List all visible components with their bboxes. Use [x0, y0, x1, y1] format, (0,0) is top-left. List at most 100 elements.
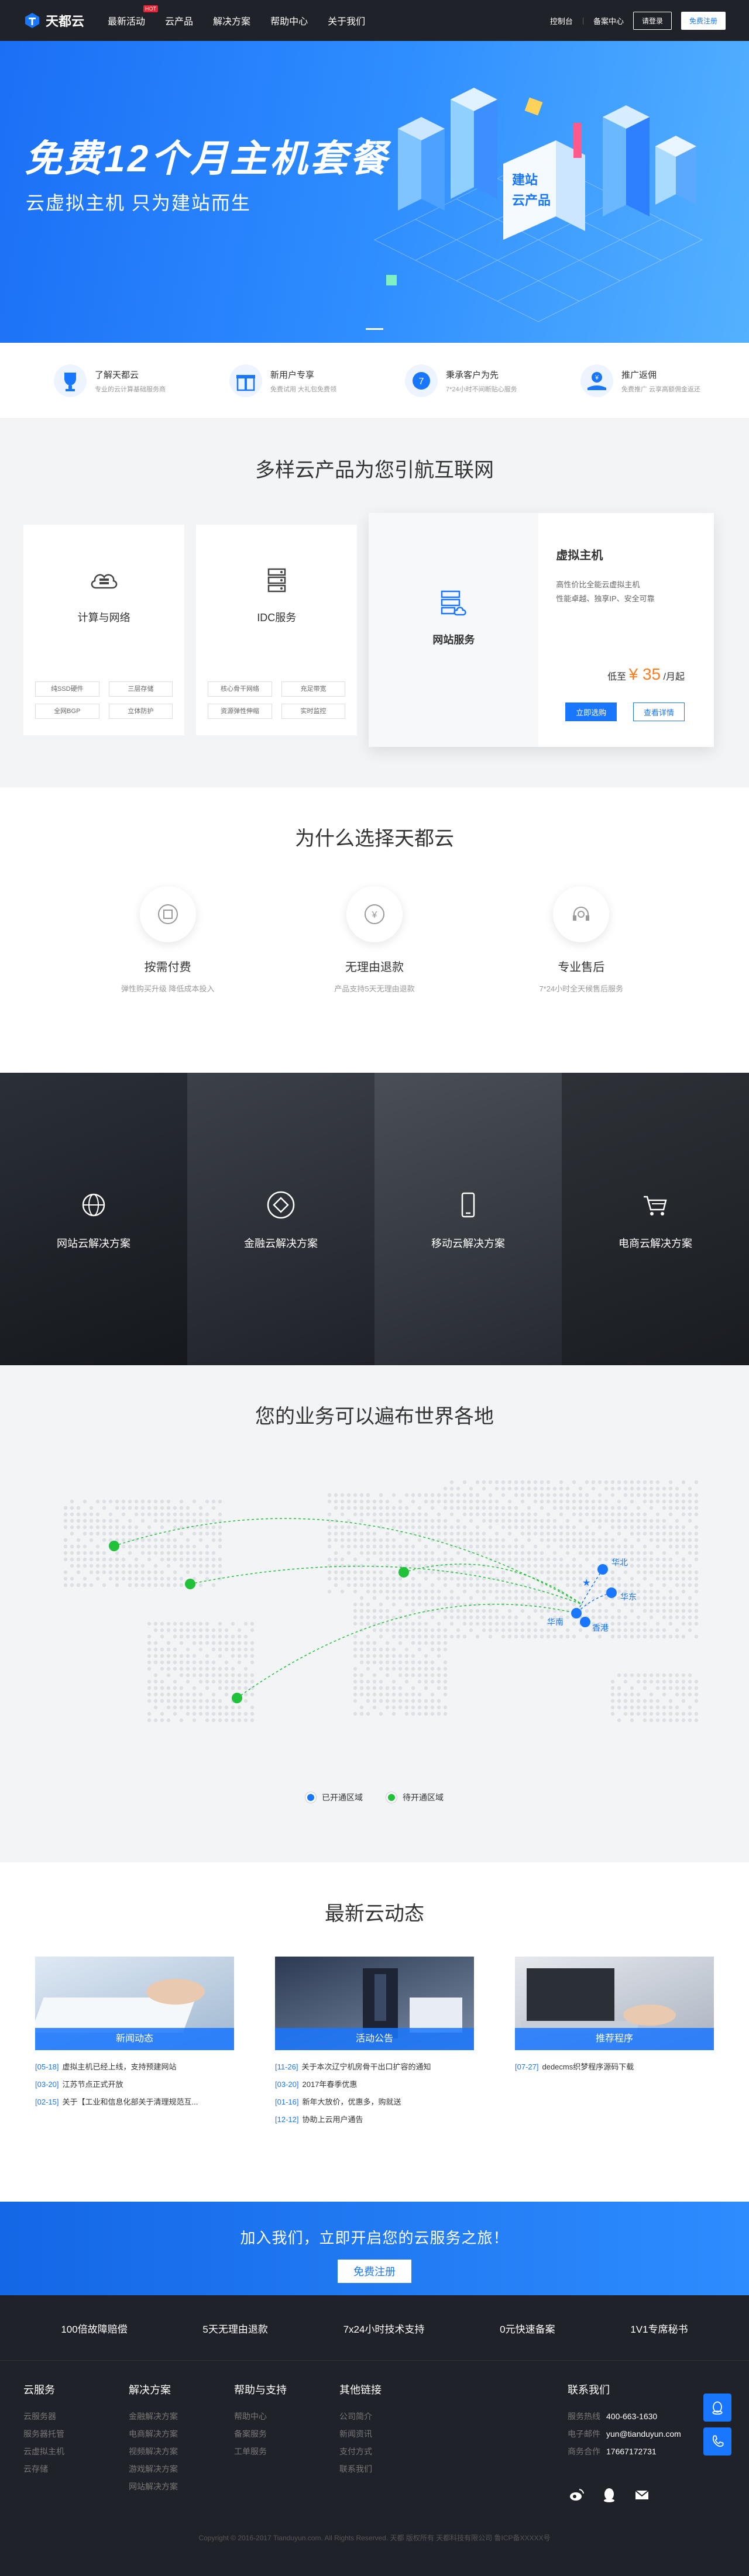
map-dot: [552, 1531, 557, 1536]
map-dot: [443, 1634, 448, 1639]
news-item[interactable]: [03-20] 江苏节点正式开放: [35, 2076, 234, 2093]
product-tag[interactable]: 充足带宽: [281, 681, 346, 697]
hero-banner[interactable]: 免费12个月主机套餐 云虚拟主机 只为建站而生 建站 云产品: [0, 41, 749, 343]
map-dot: [372, 1512, 377, 1517]
footer-link[interactable]: 金融解决方案: [129, 2408, 234, 2425]
map-dot: [391, 1634, 396, 1639]
carousel-dot[interactable]: [366, 328, 383, 330]
news-item[interactable]: [12-12] 协助上云用户通告: [275, 2111, 474, 2129]
news-image-keyboard[interactable]: 新闻动态: [35, 1957, 234, 2050]
map-dot: [173, 1538, 177, 1542]
news-image-laptop[interactable]: 推荐程序: [515, 1957, 714, 2050]
footer-link[interactable]: 视频解决方案: [129, 2443, 234, 2460]
site-logo[interactable]: 天都云: [23, 11, 84, 30]
feature-referral[interactable]: ¥ 推广返佣 免费推广 云享高额佣金返还: [550, 363, 726, 398]
map-dot: [128, 1506, 132, 1510]
map-dot: [63, 1525, 68, 1530]
solution-ecommerce[interactable]: 电商云解决方案: [562, 1073, 749, 1365]
float-qq-button[interactable]: [703, 2394, 731, 2422]
footer-link[interactable]: 联系我们: [339, 2460, 445, 2478]
footer-link[interactable]: 云存储: [23, 2460, 129, 2478]
nav-cloud-products[interactable]: 云产品: [165, 13, 193, 27]
float-phone-button[interactable]: [703, 2427, 731, 2456]
solution-finance[interactable]: 金融云解决方案: [187, 1073, 374, 1365]
register-button[interactable]: 免费注册: [681, 11, 726, 30]
nav-solutions[interactable]: 解决方案: [213, 13, 250, 27]
footer-link[interactable]: 帮助中心: [234, 2408, 339, 2425]
map-dot: [694, 1609, 699, 1613]
nav-about-us[interactable]: 关于我们: [328, 13, 365, 27]
map-dot: [192, 1686, 197, 1690]
feature-about[interactable]: 了解天都云 专业的云计算基础服务商: [23, 363, 199, 398]
map-dot: [597, 1583, 602, 1587]
news-item[interactable]: [03-20] 2017年春季优惠: [275, 2076, 474, 2093]
pending-region-dot[interactable]: [109, 1541, 119, 1551]
product-card-website-featured[interactable]: 网站服务 虚拟主机 高性价比全能云虚拟主机 性能卓越、独享IP、安全可靠 低至 …: [369, 513, 714, 747]
map-dot: [630, 1621, 634, 1626]
nav-help-center[interactable]: 帮助中心: [270, 13, 308, 27]
product-card-idc[interactable]: IDC服务 核心骨干网络 充足带宽 资源弹性伸缩 实时监控: [196, 525, 358, 735]
footer-link[interactable]: 公司简介: [339, 2408, 445, 2425]
news-item[interactable]: [02-15] 关于【工业和信息化部关于清理规范互...: [35, 2093, 234, 2111]
news-item[interactable]: [05-18] 虚拟主机已经上线，支持预建网站: [35, 2058, 234, 2076]
footer-link[interactable]: 工单服务: [234, 2443, 339, 2460]
map-dot: [546, 1525, 551, 1530]
map-dot: [456, 1634, 461, 1639]
mail-icon[interactable]: [633, 2486, 651, 2503]
map-dot: [520, 1563, 525, 1568]
open-region-dot-south[interactable]: [571, 1608, 582, 1618]
footer-link[interactable]: 云服务器: [23, 2408, 129, 2425]
buy-now-button[interactable]: 立即选购: [565, 702, 617, 721]
product-tag[interactable]: 三层存储: [108, 681, 173, 697]
solution-mobile[interactable]: 移动云解决方案: [374, 1073, 562, 1365]
product-tag[interactable]: 全网BGP: [35, 704, 99, 719]
map-dot: [327, 1589, 332, 1594]
pending-region-dot[interactable]: [232, 1693, 242, 1703]
product-tag[interactable]: 资源弹性伸缩: [208, 704, 272, 719]
map-dot: [250, 1647, 255, 1652]
footer-link[interactable]: 云虚拟主机: [23, 2443, 129, 2460]
open-region-dot-east[interactable]: [606, 1587, 617, 1598]
map-dot: [533, 1544, 538, 1549]
qq-icon[interactable]: [600, 2486, 618, 2503]
map-dot: [604, 1551, 609, 1555]
map-dot: [688, 1615, 692, 1620]
view-details-button[interactable]: 查看详情: [633, 702, 685, 721]
free-register-button[interactable]: 免费注册: [338, 2260, 411, 2283]
isometric-cloud-illustration: 建站 云产品: [373, 88, 703, 322]
weibo-icon[interactable]: [568, 2486, 585, 2503]
filing-center-link[interactable]: 备案中心: [593, 15, 624, 26]
footer-link[interactable]: 新闻资讯: [339, 2425, 445, 2443]
product-tag[interactable]: 立体防护: [108, 704, 173, 719]
footer-link[interactable]: 服务器托管: [23, 2425, 129, 2443]
console-link[interactable]: 控制台: [550, 15, 573, 26]
map-dot: [449, 1480, 454, 1485]
map-dot: [243, 1673, 248, 1678]
footer-link[interactable]: 电商解决方案: [129, 2425, 234, 2443]
login-button[interactable]: 请登录: [633, 11, 672, 30]
news-item[interactable]: [11-26] 关于本次辽宁机房骨干出口扩容的通知: [275, 2058, 474, 2076]
open-region-dot-north[interactable]: [597, 1564, 608, 1575]
news-item[interactable]: [07-27] dedecms织梦程序源码下载: [515, 2058, 714, 2076]
footer-contact-title: 联系我们: [568, 2384, 610, 2396]
footer-link[interactable]: 游戏解决方案: [129, 2460, 234, 2478]
product-tag[interactable]: 实时监控: [281, 704, 346, 719]
map-dot: [552, 1570, 557, 1575]
footer-link[interactable]: 支付方式: [339, 2443, 445, 2460]
pending-region-dot[interactable]: [398, 1567, 409, 1578]
solution-website[interactable]: 网站云解决方案: [0, 1073, 187, 1365]
feature-new-user[interactable]: 新用户专享 免费试用 大礼包免费领: [199, 363, 374, 398]
open-region-dot-hk[interactable]: [580, 1617, 590, 1627]
feature-customer-first[interactable]: 7 秉承客户为先 7*24小时不间断贴心服务: [374, 363, 550, 398]
product-tag[interactable]: 纯SSD硬件: [35, 681, 99, 697]
product-tag[interactable]: 核心骨干网络: [208, 681, 272, 697]
news-item[interactable]: [01-16] 新年大放价，优惠多，购就送: [275, 2093, 474, 2111]
footer-link[interactable]: 网站解决方案: [129, 2478, 234, 2495]
footer-link[interactable]: 备案服务: [234, 2425, 339, 2443]
map-dot: [552, 1506, 557, 1510]
solutions-section: 网站云解决方案 金融云解决方案 移动云解决方案 电商云解决方案: [0, 1073, 749, 1365]
nav-latest-activity[interactable]: 最新活动 HOT: [108, 5, 159, 27]
news-image-business[interactable]: 活动公告: [275, 1957, 474, 2050]
pending-region-dot[interactable]: [185, 1579, 195, 1589]
product-card-compute[interactable]: 计算与网络 纯SSD硬件 三层存储 全网BGP 立体防护: [23, 525, 185, 735]
